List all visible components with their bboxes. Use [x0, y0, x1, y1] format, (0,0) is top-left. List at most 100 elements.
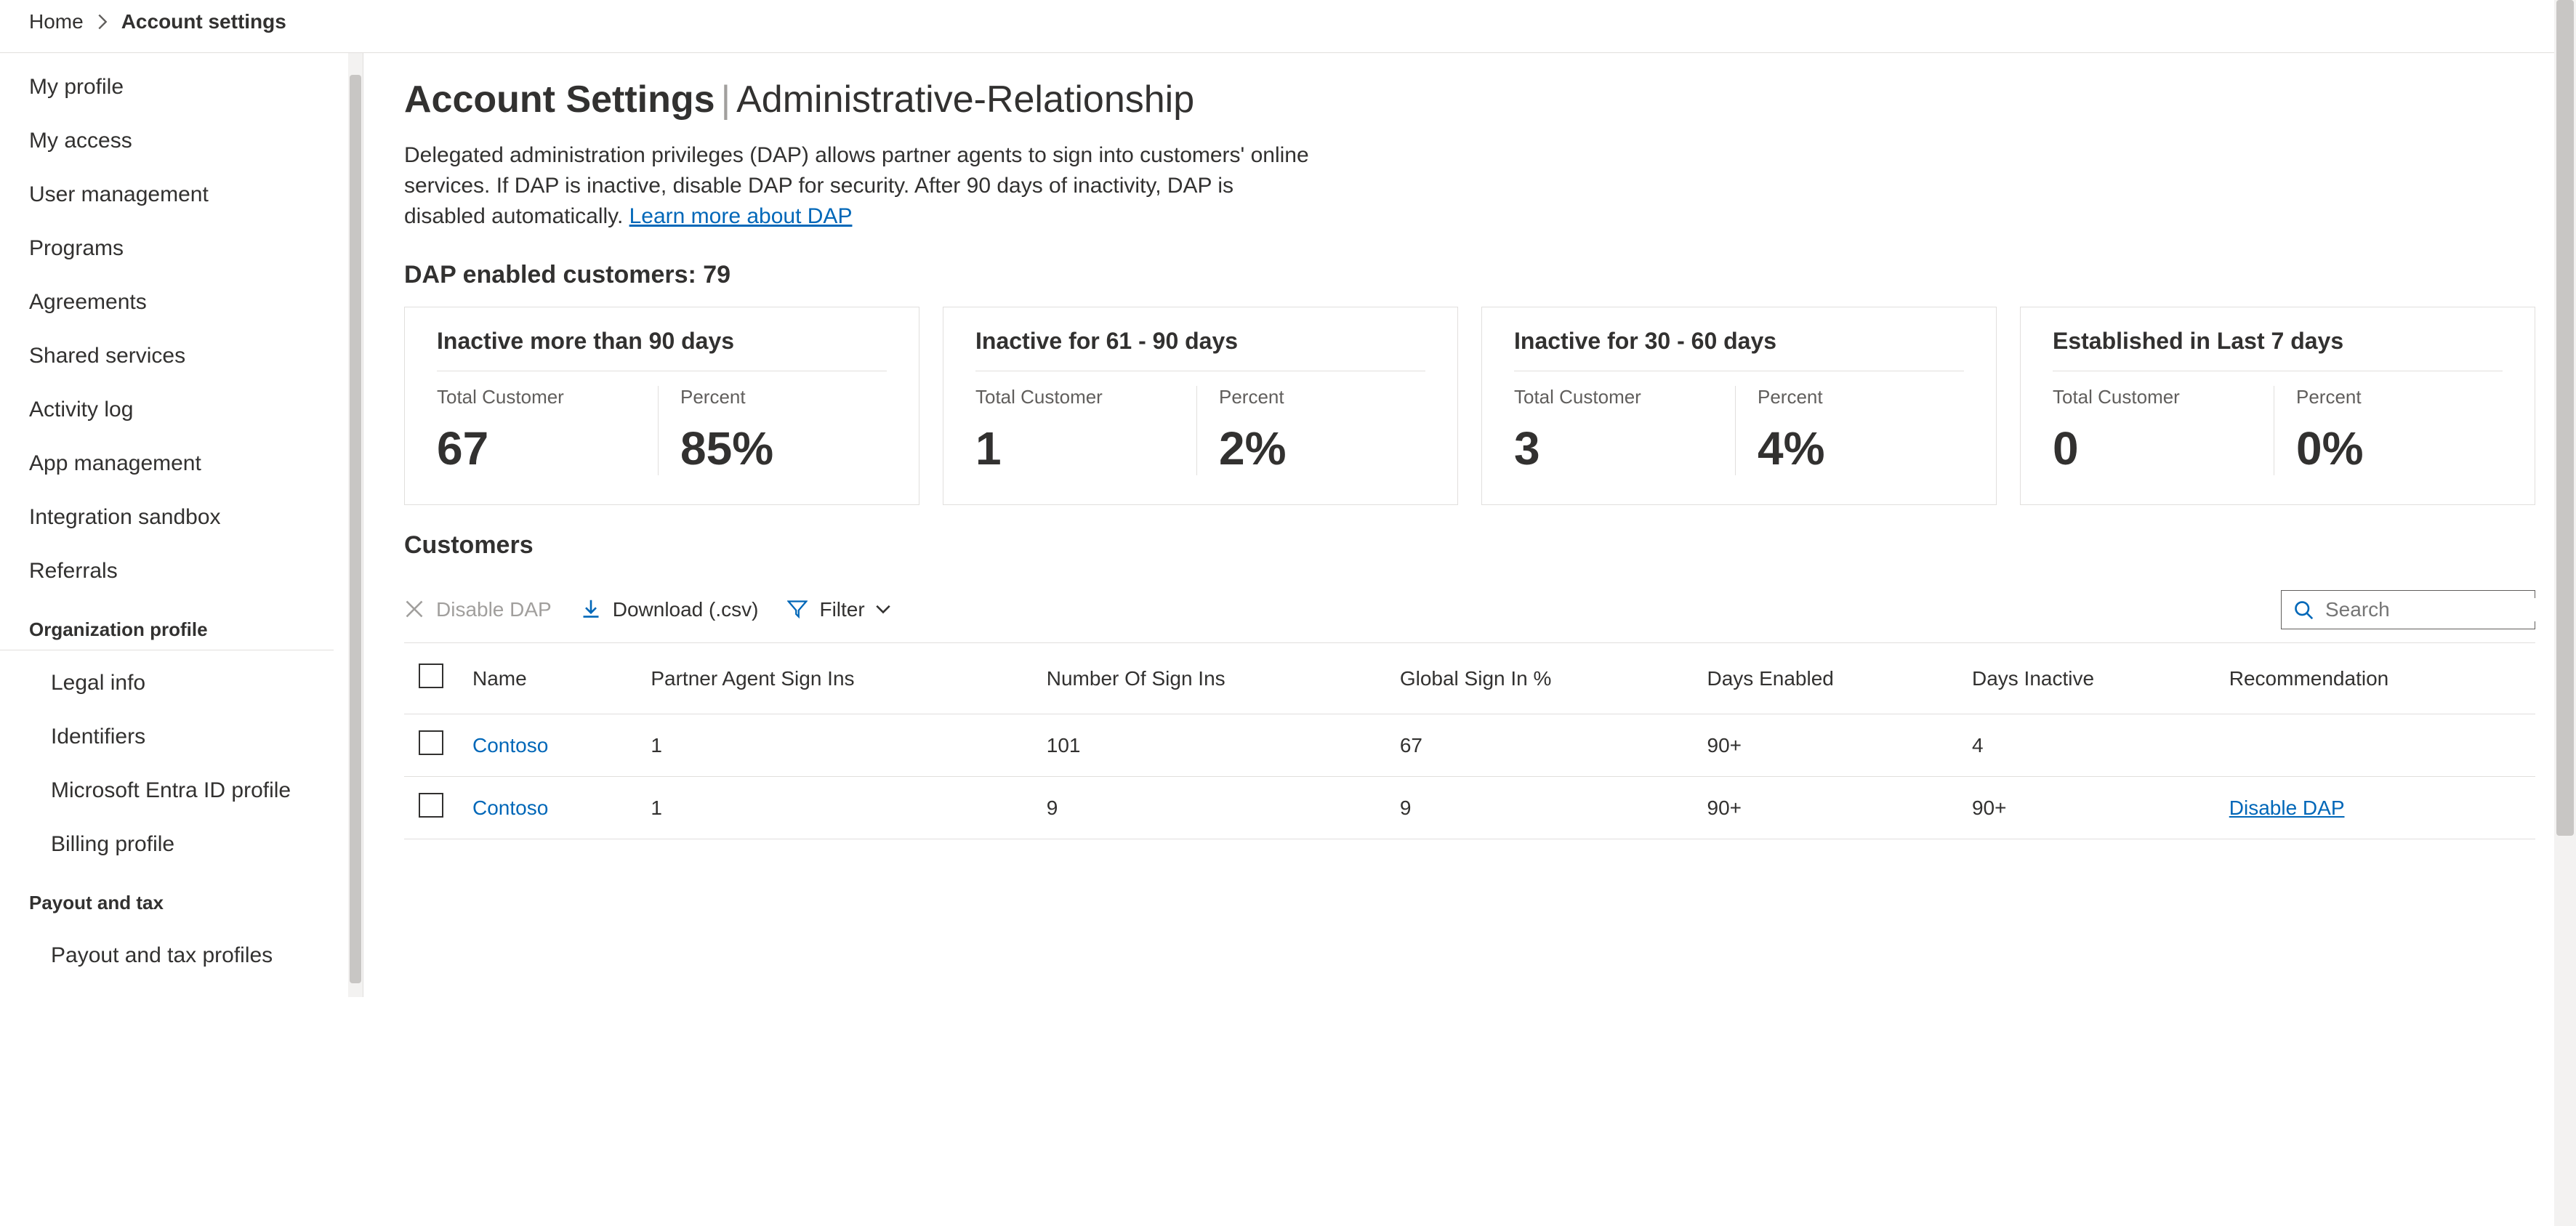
breadcrumb-home[interactable]: Home: [29, 10, 84, 33]
customers-heading: Customers: [404, 531, 2535, 560]
col-recommendation[interactable]: Recommendation: [2215, 643, 2535, 714]
sidebar-item-integration-sandbox[interactable]: Integration sandbox: [0, 491, 363, 544]
table-row: Contoso 1 101 67 90+ 4: [404, 714, 2535, 777]
card-title: Inactive for 61 - 90 days: [975, 328, 1425, 371]
breadcrumb-current: Account settings: [121, 10, 286, 33]
cell-recommendation: [2215, 714, 2535, 777]
sidebar-scrollbar[interactable]: [348, 53, 363, 997]
cell-partner-signins: 1: [636, 777, 1031, 839]
sidebar-item-my-profile[interactable]: My profile: [0, 60, 363, 114]
search-input[interactable]: [2325, 598, 2576, 621]
sidebar-item-payout-tax-profiles[interactable]: Payout and tax profiles: [0, 929, 363, 983]
cell-days-enabled: 90+: [1693, 777, 1957, 839]
search-icon: [2293, 600, 2314, 620]
card-title: Inactive more than 90 days: [437, 328, 887, 371]
card-title: Inactive for 30 - 60 days: [1514, 328, 1964, 371]
recommendation-link[interactable]: Disable DAP: [2229, 797, 2345, 819]
col-days-inactive[interactable]: Days Inactive: [1957, 643, 2215, 714]
card-stat-value-total: 0: [2053, 422, 2259, 475]
card-title: Established in Last 7 days: [2053, 328, 2503, 371]
card-stat-value-total: 67: [437, 422, 643, 475]
sidebar-item-programs[interactable]: Programs: [0, 222, 363, 275]
page-description: Delegated administration privileges (DAP…: [404, 140, 1313, 232]
sidebar-item-legal-info[interactable]: Legal info: [0, 656, 363, 710]
page-title-separator: |: [721, 78, 731, 121]
card-stat-label-percent: Percent: [1758, 386, 1964, 408]
main-content: Account Settings|Administrative-Relation…: [363, 53, 2576, 997]
card-stat-label-total: Total Customer: [975, 386, 1182, 408]
customer-name-link[interactable]: Contoso: [472, 734, 548, 757]
cell-num-signins: 9: [1032, 777, 1385, 839]
card-stat-label-percent: Percent: [680, 386, 887, 408]
page-scrollbar[interactable]: [2554, 0, 2576, 1226]
col-days-enabled[interactable]: Days Enabled: [1693, 643, 1957, 714]
row-checkbox[interactable]: [419, 730, 443, 755]
sidebar-item-my-access[interactable]: My access: [0, 114, 363, 168]
chevron-right-icon: [97, 14, 108, 30]
card-stat-value-percent: 4%: [1758, 422, 1964, 475]
download-icon: [581, 599, 603, 621]
table-header-row: Name Partner Agent Sign Ins Number Of Si…: [404, 643, 2535, 714]
card-inactive-61-90: Inactive for 61 - 90 days Total Customer…: [943, 307, 1458, 505]
card-stat-label-percent: Percent: [1219, 386, 1425, 408]
search-box[interactable]: [2281, 590, 2535, 629]
breadcrumb: Home Account settings: [0, 0, 2576, 53]
card-stat-label-total: Total Customer: [1514, 386, 1720, 408]
cell-global-pct: 67: [1385, 714, 1693, 777]
cell-num-signins: 101: [1032, 714, 1385, 777]
cell-global-pct: 9: [1385, 777, 1693, 839]
select-all-checkbox[interactable]: [419, 664, 443, 688]
sidebar-item-user-management[interactable]: User management: [0, 168, 363, 222]
card-stat-value-percent: 2%: [1219, 422, 1425, 475]
sidebar-item-shared-services[interactable]: Shared services: [0, 329, 363, 383]
filter-icon: [787, 599, 809, 621]
card-stat-label-total: Total Customer: [2053, 386, 2259, 408]
col-num-signins[interactable]: Number Of Sign Ins: [1032, 643, 1385, 714]
sidebar-item-agreements[interactable]: Agreements: [0, 275, 363, 329]
page-scrollbar-thumb[interactable]: [2556, 0, 2574, 836]
sidebar-item-referrals[interactable]: Referrals: [0, 544, 363, 598]
card-stat-value-percent: 0%: [2296, 422, 2503, 475]
filter-button[interactable]: Filter: [787, 598, 890, 621]
disable-dap-button[interactable]: Disable DAP: [404, 598, 552, 621]
chevron-down-icon: [875, 605, 891, 615]
cell-days-enabled: 90+: [1693, 714, 1957, 777]
col-global-signin-pct[interactable]: Global Sign In %: [1385, 643, 1693, 714]
summary-cards: Inactive more than 90 days Total Custome…: [404, 307, 2535, 505]
card-stat-value-percent: 85%: [680, 422, 887, 475]
sidebar-item-billing-profile[interactable]: Billing profile: [0, 818, 363, 871]
filter-label: Filter: [819, 598, 864, 621]
sidebar-scrollbar-thumb[interactable]: [350, 75, 361, 983]
page-title: Account Settings|Administrative-Relation…: [404, 78, 2535, 121]
card-stat-label-percent: Percent: [2296, 386, 2503, 408]
row-checkbox[interactable]: [419, 793, 443, 818]
disable-dap-label: Disable DAP: [436, 598, 552, 621]
card-stat-label-total: Total Customer: [437, 386, 643, 408]
sidebar-item-identifiers[interactable]: Identifiers: [0, 710, 363, 764]
card-inactive-90plus: Inactive more than 90 days Total Custome…: [404, 307, 919, 505]
sidebar-item-app-management[interactable]: App management: [0, 437, 363, 491]
close-icon: [404, 599, 426, 621]
description-text: Delegated administration privileges (DAP…: [404, 143, 1309, 228]
customers-toolbar: Disable DAP Download (.csv) Filter: [404, 577, 2535, 643]
card-inactive-30-60: Inactive for 30 - 60 days Total Customer…: [1481, 307, 1997, 505]
download-csv-button[interactable]: Download (.csv): [581, 598, 759, 621]
sidebar-item-entra-id-profile[interactable]: Microsoft Entra ID profile: [0, 764, 363, 818]
sidebar: My profile My access User management Pro…: [0, 53, 363, 997]
learn-more-link[interactable]: Learn more about DAP: [629, 204, 853, 228]
page-title-strong: Account Settings: [404, 78, 715, 121]
customers-table: Name Partner Agent Sign Ins Number Of Si…: [404, 643, 2535, 839]
sidebar-item-activity-log[interactable]: Activity log: [0, 383, 363, 437]
cell-days-inactive: 90+: [1957, 777, 2215, 839]
sidebar-group-payout-and-tax: Payout and tax: [0, 871, 334, 923]
dap-enabled-heading: DAP enabled customers: 79: [404, 261, 2535, 289]
sidebar-group-organization-profile: Organization profile: [0, 598, 334, 650]
col-name[interactable]: Name: [458, 643, 636, 714]
cell-days-inactive: 4: [1957, 714, 2215, 777]
table-row: Contoso 1 9 9 90+ 90+ Disable DAP: [404, 777, 2535, 839]
card-established-7days: Established in Last 7 days Total Custome…: [2020, 307, 2535, 505]
page-title-subtitle: Administrative-Relationship: [736, 78, 1194, 121]
customer-name-link[interactable]: Contoso: [472, 797, 548, 819]
col-partner-signins[interactable]: Partner Agent Sign Ins: [636, 643, 1031, 714]
card-stat-value-total: 1: [975, 422, 1182, 475]
